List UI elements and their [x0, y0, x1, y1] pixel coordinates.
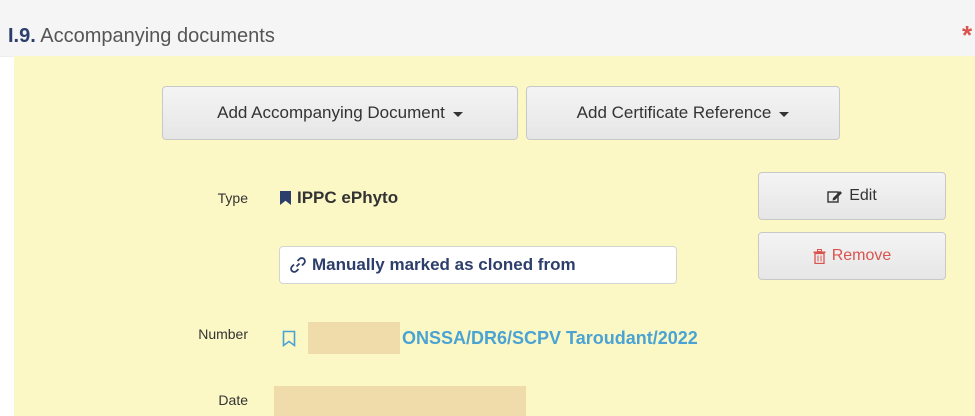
date-label: Date: [218, 392, 248, 408]
remove-label: Remove: [831, 247, 892, 264]
caret-down-icon: [779, 111, 790, 117]
document-type-value: IPPC ePhyto: [297, 188, 399, 207]
add-certificate-reference-label: Add Certificate Reference: [576, 103, 772, 122]
add-accompanying-document-button[interactable]: Add Accompanying Document: [162, 86, 518, 140]
link-icon: [290, 257, 306, 273]
section-number: I.9.: [8, 25, 36, 47]
document-type: IPPC ePhyto: [280, 188, 398, 208]
add-accompanying-document-label: Add Accompanying Document: [217, 103, 445, 122]
edit-label: Edit: [849, 187, 877, 204]
required-asterisk: *: [962, 20, 973, 50]
edit-icon: [827, 190, 843, 203]
document-number-value: ONSSA/DR6/SCPV Taroudant/2022: [402, 327, 698, 348]
cloned-from-badge: Manually marked as cloned from: [279, 246, 677, 284]
cloned-from-text: Manually marked as cloned from: [312, 255, 576, 274]
section-title: I.9. Accompanying documents: [8, 24, 275, 48]
document-number[interactable]: ONSSA/DR6/SCPV Taroudant/2022: [282, 322, 698, 354]
bookmark-icon: [280, 191, 291, 205]
section-title-text: Accompanying documents: [40, 25, 275, 47]
bookmark-outline-icon: [282, 330, 296, 347]
type-label: Type: [217, 190, 248, 206]
section-header: I.9. Accompanying documents *: [0, 0, 975, 57]
trash-icon: [813, 248, 826, 264]
redacted-block: [308, 322, 400, 354]
edit-button[interactable]: Edit: [758, 172, 946, 220]
date-redacted-field: [274, 386, 526, 416]
add-certificate-reference-button[interactable]: Add Certificate Reference: [526, 86, 840, 140]
caret-down-icon: [452, 111, 463, 117]
remove-button[interactable]: Remove: [758, 232, 946, 280]
number-label: Number: [198, 326, 248, 342]
